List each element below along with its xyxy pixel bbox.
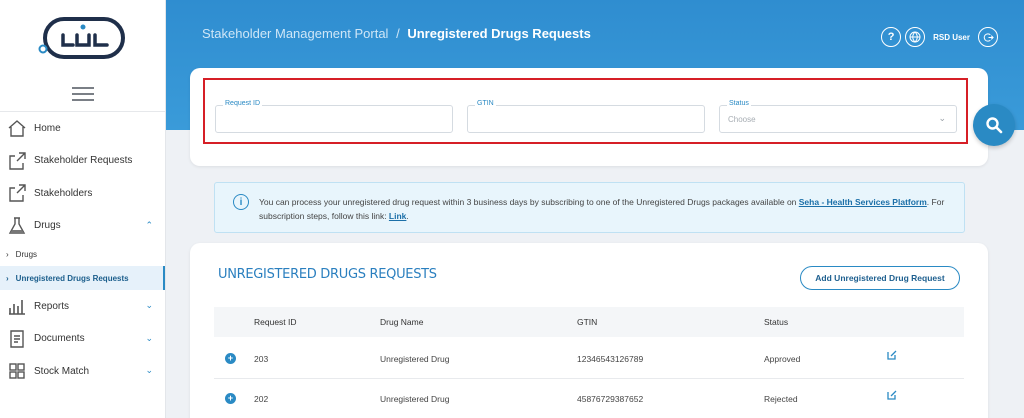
sidebar-item-reports[interactable]: Reports ⌄: [0, 290, 165, 323]
sidebar-subitem-label: Drugs: [15, 249, 38, 259]
search-icon: [986, 117, 1003, 134]
gtin-label: GTIN: [475, 100, 496, 107]
request-id-label: Request ID: [223, 100, 263, 107]
col-request-id[interactable]: Request ID: [254, 307, 297, 337]
sidebar-item-home[interactable]: Home: [0, 112, 165, 145]
col-drug-name[interactable]: Drug Name: [380, 307, 423, 337]
flask-icon: [6, 215, 28, 237]
sidebar-item-stock-match[interactable]: Stock Match ⌄: [0, 355, 165, 388]
rsd-logo-icon: [38, 17, 125, 59]
export-icon: [6, 182, 28, 204]
edit-icon[interactable]: [886, 389, 898, 401]
add-request-button[interactable]: Add Unregistered Drug Request: [800, 266, 960, 290]
sidebar-subitem-drugs[interactable]: › Drugs: [0, 242, 165, 266]
sidebar: Home Stakeholder Requests Stakeholders D…: [0, 0, 166, 418]
filter-highlight: Request ID GTIN Status Choose ⌄: [203, 78, 968, 144]
page-title: Unregistered Drugs Requests: [407, 26, 591, 41]
table-header: Request ID Drug Name GTIN Status: [214, 307, 964, 337]
chevron-down-icon: ⌄: [145, 365, 153, 375]
filter-card: Request ID GTIN Status Choose ⌄: [190, 68, 988, 166]
chevron-down-icon: ⌄: [145, 332, 153, 343]
info-banner: i You can process your unregistered drug…: [214, 182, 965, 233]
document-icon: [6, 328, 28, 350]
requests-card: UNREGISTERED DRUGS REQUESTS Add Unregist…: [190, 243, 988, 418]
globe-icon[interactable]: [905, 27, 926, 47]
request-id-field[interactable]: Request ID: [215, 100, 453, 133]
chevron-down-icon: ⌄: [145, 300, 153, 310]
seha-link[interactable]: Seha - Health Services Platform: [799, 197, 927, 207]
chevron-up-icon: ⌃: [145, 219, 153, 230]
table-row: + 202 Unregistered Drug 45876729387652 R…: [214, 379, 964, 418]
col-status[interactable]: Status: [764, 307, 788, 337]
sidebar-item-label: Documents: [34, 333, 85, 345]
sidebar-item-drugs[interactable]: Drugs ⌃: [0, 210, 165, 243]
breadcrumb: Stakeholder Management Portal / Unregist…: [202, 26, 591, 41]
user-name[interactable]: RSD User: [933, 33, 970, 42]
sidebar-item-label: Home: [34, 122, 61, 134]
logout-icon[interactable]: [978, 27, 998, 47]
grid-icon: [6, 360, 28, 382]
cell-request-id: 202: [254, 393, 269, 404]
sidebar-nav: Home Stakeholder Requests Stakeholders D…: [0, 112, 165, 388]
sidebar-subitem-label: Unregistered Drugs Requests: [15, 273, 129, 283]
status-label: Status: [727, 100, 751, 107]
col-gtin[interactable]: GTIN: [577, 307, 597, 337]
chevron-down-icon: ⌄: [938, 113, 946, 123]
cell-gtin: 12346543126789: [577, 353, 644, 364]
status-select[interactable]: Status Choose ⌄: [719, 100, 957, 133]
bar-chart-icon: [6, 295, 28, 317]
expand-row-icon[interactable]: +: [225, 353, 236, 364]
cell-drug-name: Unregistered Drug: [380, 393, 450, 404]
table-row: + 203 Unregistered Drug 12346543126789 A…: [214, 339, 964, 379]
sidebar-item-label: Drugs: [34, 220, 61, 232]
help-icon[interactable]: ?: [881, 27, 902, 47]
sidebar-item-stakeholder-requests[interactable]: Stakeholder Requests: [0, 145, 165, 178]
table-title: UNREGISTERED DRUGS REQUESTS: [218, 267, 437, 282]
cell-status: Rejected: [764, 393, 798, 404]
cell-status: Approved: [764, 353, 801, 364]
sidebar-item-label: Stakeholders: [34, 187, 93, 199]
sidebar-item-stakeholders[interactable]: Stakeholders: [0, 177, 165, 210]
sidebar-item-documents[interactable]: Documents ⌄: [0, 323, 165, 356]
info-text: You can process your unregistered drug r…: [259, 197, 945, 221]
chevron-right-icon: ›: [6, 249, 9, 259]
sidebar-item-label: Stock Match: [34, 365, 90, 377]
home-icon: [6, 117, 28, 139]
cell-drug-name: Unregistered Drug: [380, 353, 450, 364]
sidebar-item-label: Stakeholder Requests: [34, 155, 133, 167]
header-actions: ? RSD User: [881, 27, 998, 47]
gtin-field[interactable]: GTIN: [467, 100, 705, 133]
breadcrumb-portal[interactable]: Stakeholder Management Portal: [202, 26, 388, 41]
export-icon: [6, 150, 28, 172]
breadcrumb-separator: /: [396, 26, 400, 41]
edit-icon[interactable]: [886, 349, 898, 361]
cell-gtin: 45876729387652: [577, 393, 644, 404]
search-button[interactable]: [973, 104, 1015, 146]
menu-toggle-button[interactable]: [0, 76, 165, 112]
cell-request-id: 203: [254, 353, 269, 364]
chevron-right-icon: ›: [6, 273, 9, 283]
logo[interactable]: [0, 0, 165, 76]
subscription-link[interactable]: Link: [389, 211, 406, 221]
info-icon: i: [233, 194, 249, 210]
status-placeholder: Choose: [728, 115, 756, 124]
hamburger-icon: [71, 85, 94, 103]
expand-row-icon[interactable]: +: [225, 393, 236, 404]
sidebar-subitem-unregistered-drugs[interactable]: › Unregistered Drugs Requests: [0, 266, 165, 290]
sidebar-item-label: Reports: [34, 300, 70, 312]
